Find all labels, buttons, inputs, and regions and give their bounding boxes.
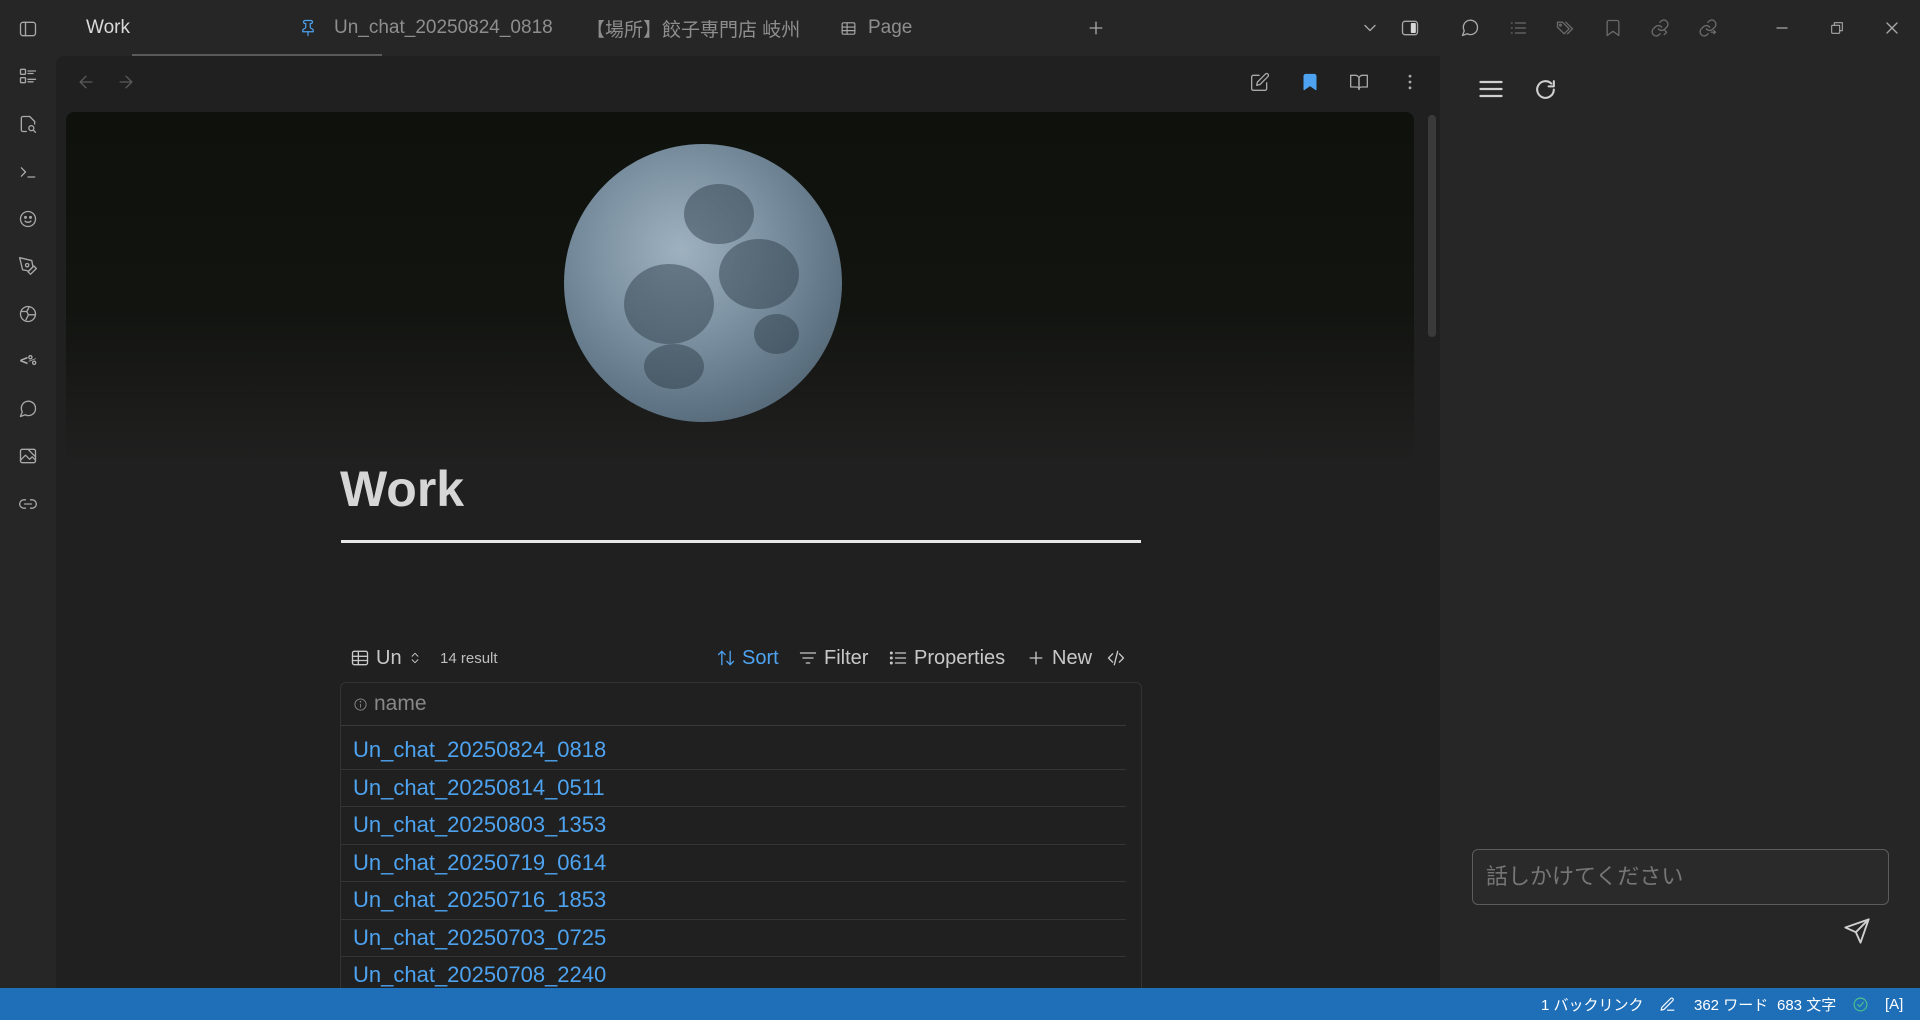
hamburger-menu-icon[interactable]: [1476, 74, 1506, 104]
forward-arrow-icon[interactable]: [114, 70, 138, 94]
sort-button[interactable]: Sort: [716, 640, 779, 676]
note-link[interactable]: Un_chat_20250708_2240: [353, 962, 606, 988]
column-header-name[interactable]: name: [341, 683, 1126, 726]
tab-bar: Work Un_chat_20250824_0818 【場所】餃子専門店 岐州 …: [56, 0, 1440, 56]
base-toolbar: Un 14 result Sort Filter Properties New: [340, 640, 1142, 676]
plus-icon: [1029, 651, 1043, 665]
new-entry-button[interactable]: New: [1026, 640, 1092, 676]
back-arrow-icon[interactable]: [74, 70, 98, 94]
table-icon: [836, 16, 860, 40]
filter-button[interactable]: Filter: [798, 640, 868, 676]
sidebar-toggle-icon[interactable]: [16, 17, 40, 41]
filter-icon: [799, 652, 817, 664]
code-embed-button[interactable]: [1106, 640, 1126, 676]
note-link[interactable]: Un_chat_20250814_0511: [353, 775, 605, 801]
result-count: 14 result: [440, 649, 498, 667]
note-link[interactable]: Un_chat_20250703_0725: [353, 925, 606, 951]
table-row: Un_chat_20250708_2240: [341, 957, 1126, 992]
excalidraw-icon[interactable]: [16, 444, 40, 468]
more-options-icon[interactable]: [1398, 70, 1422, 94]
input-mode-indicator[interactable]: [A]: [1885, 988, 1903, 1020]
graph-view-icon[interactable]: [16, 302, 40, 326]
note-link[interactable]: Un_chat_20250716_1853: [353, 887, 606, 913]
templater-icon[interactable]: <%: [16, 349, 40, 373]
outline-list-icon[interactable]: [1506, 16, 1530, 40]
backlinks-icon[interactable]: [1648, 16, 1672, 40]
table-row: Un_chat_20250703_0725: [341, 920, 1126, 957]
minimize-window-icon[interactable]: [1770, 16, 1794, 40]
table-row: Un_chat_20250803_1353: [341, 807, 1126, 845]
pin-icon: [296, 16, 320, 40]
send-icon[interactable]: [1842, 916, 1872, 946]
character-count: 683 文字: [1777, 996, 1837, 1014]
link-icon[interactable]: [16, 492, 40, 516]
word-count: 362 ワード: [1694, 996, 1769, 1014]
smiley-icon[interactable]: [16, 207, 40, 231]
table-row: Un_chat_20250719_0614: [341, 845, 1126, 882]
sync-ok-icon[interactable]: [1852, 988, 1869, 1020]
right-sidebar-toggle-icon[interactable]: [1398, 16, 1422, 40]
table-row: Un_chat_20250716_1853: [341, 882, 1126, 920]
moon-image: [564, 144, 842, 422]
view-selector[interactable]: Un: [350, 640, 422, 676]
sort-arrows-icon: [717, 650, 735, 666]
banner-image: [66, 112, 1414, 467]
title-divider: [341, 540, 1141, 543]
list-icon: [889, 651, 907, 665]
properties-button[interactable]: Properties: [888, 640, 1005, 676]
chat-bubble-icon[interactable]: [16, 397, 40, 421]
reading-view-book-icon[interactable]: [1347, 70, 1371, 94]
editor-scrollbar[interactable]: [1428, 115, 1436, 337]
chevron-up-down-icon: [411, 652, 418, 664]
terminal-icon[interactable]: [16, 160, 40, 184]
restore-window-icon[interactable]: [1825, 16, 1849, 40]
info-icon: [354, 697, 367, 711]
chat-message-input[interactable]: [1472, 849, 1889, 905]
code-icon: [1107, 650, 1125, 666]
file-search-icon[interactable]: [16, 112, 40, 136]
tab-work[interactable]: Work: [86, 0, 130, 56]
table-view-icon: [351, 650, 369, 666]
tab-page[interactable]: Page: [836, 0, 912, 56]
note-link[interactable]: Un_chat_20250719_0614: [353, 850, 606, 876]
outgoing-links-icon[interactable]: [1696, 16, 1720, 40]
close-window-icon[interactable]: [1880, 16, 1904, 40]
bookmark-outline-icon[interactable]: [1601, 16, 1625, 40]
tab-un-chat[interactable]: Un_chat_20250824_0818: [296, 0, 553, 56]
pen-tool-icon[interactable]: [16, 254, 40, 278]
chat-icon[interactable]: [1458, 16, 1482, 40]
tab-gyoza-place[interactable]: 【場所】餃子専門店 岐州: [586, 0, 800, 56]
table-row: Un_chat_20250824_0818: [341, 732, 1126, 770]
refresh-icon[interactable]: [1530, 74, 1560, 104]
dashboard-icon[interactable]: [16, 64, 40, 88]
bookmark-icon[interactable]: [1298, 70, 1322, 94]
left-ribbon: <%: [0, 0, 56, 988]
status-bar: 1 バックリンク 362 ワード 683 文字 [A]: [0, 988, 1920, 1020]
backlinks-count[interactable]: 1 バックリンク: [1541, 988, 1644, 1020]
table-row: Un_chat_20250814_0511: [341, 770, 1126, 807]
note-link[interactable]: Un_chat_20250824_0818: [353, 737, 606, 763]
base-table: name Un_chat_20250824_0818 Un_chat_20250…: [340, 682, 1142, 992]
edit-pencil-icon[interactable]: [1248, 70, 1272, 94]
new-tab-plus-icon[interactable]: [1084, 16, 1108, 40]
note-link[interactable]: Un_chat_20250803_1353: [353, 812, 606, 838]
edit-mode-pencil-icon[interactable]: [1659, 988, 1676, 1020]
page-title: Work: [340, 461, 465, 517]
tags-icon[interactable]: [1553, 16, 1577, 40]
tab-list-chevron-down-icon[interactable]: [1358, 16, 1382, 40]
